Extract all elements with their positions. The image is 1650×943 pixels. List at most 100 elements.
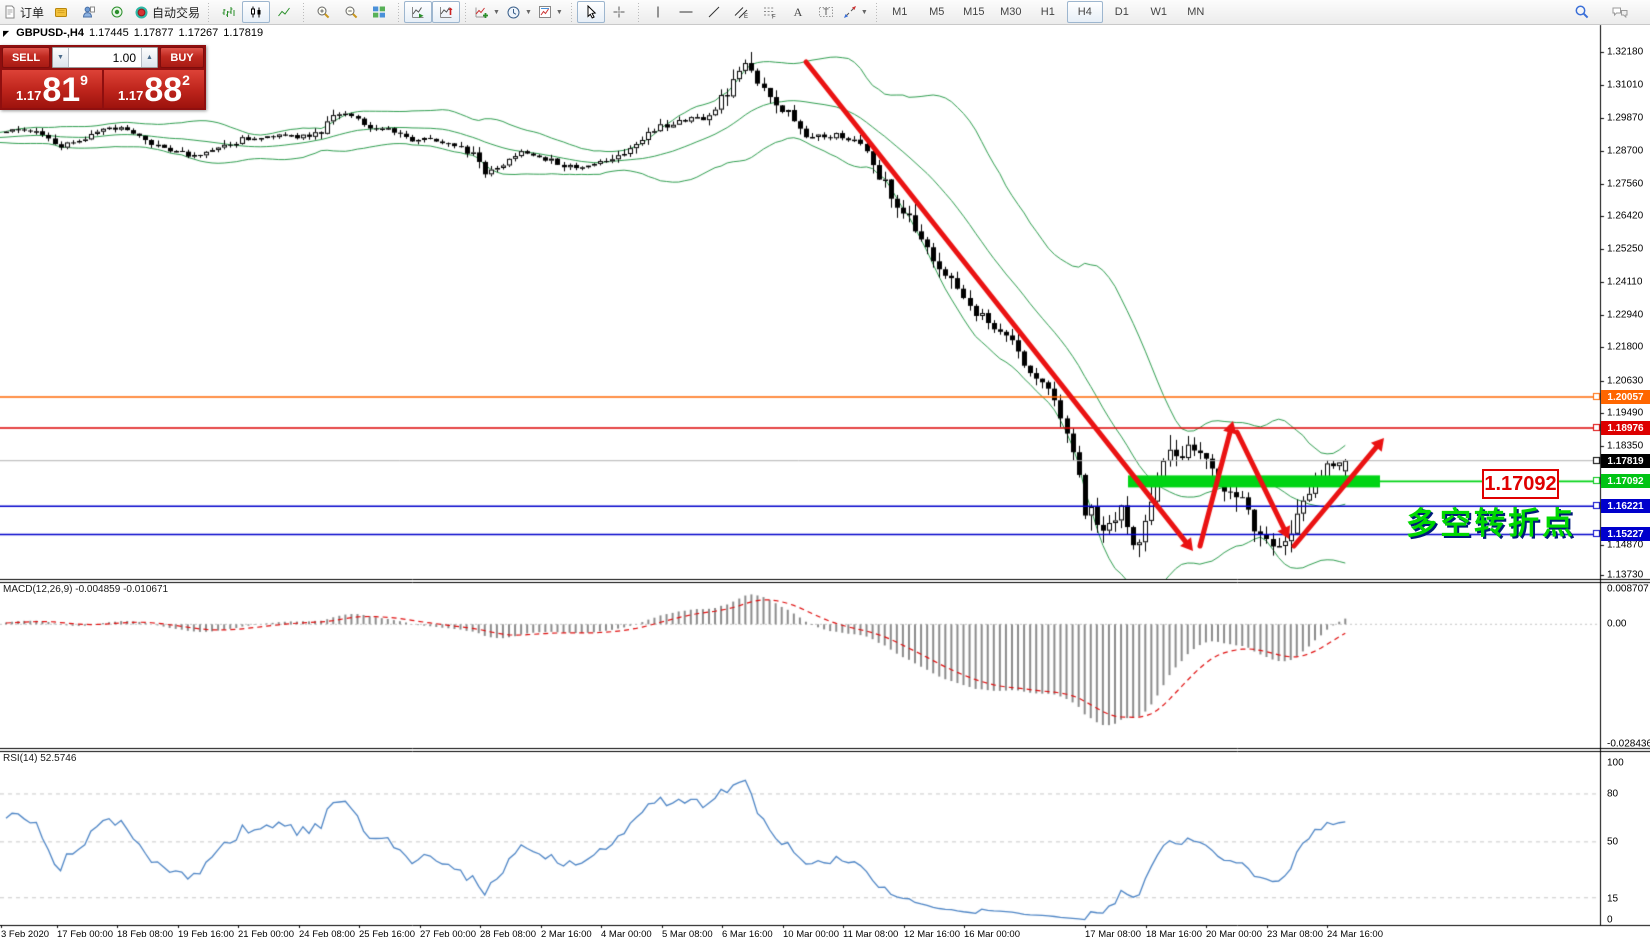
zoom-in-button[interactable] bbox=[309, 1, 337, 23]
sell-button[interactable]: SELL bbox=[2, 47, 50, 68]
bar-chart-button[interactable] bbox=[214, 1, 242, 23]
volume-decrease-button[interactable]: ▼ bbox=[53, 48, 69, 67]
text-label-icon: T bbox=[818, 5, 834, 19]
one-click-trading-panel: SELL ▼ 1.00 ▲ BUY 1.17819 1.17882 bbox=[0, 45, 206, 110]
chart-canvas[interactable] bbox=[0, 0, 1650, 943]
arrows-icon bbox=[843, 5, 857, 19]
auto-scroll-button[interactable] bbox=[404, 1, 432, 23]
timeframe-m1[interactable]: M1 bbox=[882, 1, 918, 23]
indicators-dropdown-arrow[interactable]: ▼ bbox=[493, 9, 500, 16]
crosshair-icon bbox=[612, 5, 626, 19]
price-axis-tick: 1.32180 bbox=[1607, 47, 1643, 58]
time-axis-label: 6 Mar 16:00 bbox=[722, 929, 773, 940]
support-price-callout[interactable]: 1.17092 bbox=[1482, 469, 1559, 499]
rsi-label: RSI(14) 52.5746 bbox=[3, 753, 76, 764]
rsi-value: 52.5746 bbox=[40, 753, 76, 764]
timeframe-d1[interactable]: D1 bbox=[1104, 1, 1140, 23]
timeframe-h1[interactable]: H1 bbox=[1030, 1, 1066, 23]
price-axis-tick: 1.19490 bbox=[1607, 408, 1643, 419]
macd-axis-tick: 0.00 bbox=[1607, 619, 1626, 630]
rsi-axis-tick: 100 bbox=[1607, 758, 1624, 769]
zoom-out-button[interactable] bbox=[337, 1, 365, 23]
buy-price-display[interactable]: 1.17882 bbox=[104, 70, 204, 108]
vertical-line-tool[interactable] bbox=[644, 1, 672, 23]
buy-price-big: 88 bbox=[144, 77, 182, 105]
periods-dropdown-arrow[interactable]: ▼ bbox=[525, 9, 532, 16]
navigator-button[interactable] bbox=[103, 1, 131, 23]
periods-button[interactable]: ▼ bbox=[503, 1, 535, 23]
volume-value[interactable]: 1.00 bbox=[69, 48, 141, 67]
svg-text:E: E bbox=[744, 14, 748, 19]
crosshair-tool-button[interactable] bbox=[605, 1, 633, 23]
toolbar-separator bbox=[463, 3, 468, 22]
symbol-name: GBPUSD-,H4 bbox=[16, 27, 84, 39]
toolbar-separator bbox=[396, 3, 401, 22]
line-chart-icon bbox=[277, 5, 291, 19]
autotrading-button[interactable]: 自动交易 bbox=[131, 1, 203, 23]
price-axis-tick: 1.31010 bbox=[1607, 80, 1643, 91]
collapse-panel-icon[interactable]: ◤ bbox=[3, 29, 9, 38]
ohlc-high: 1.17877 bbox=[134, 27, 174, 39]
new-order-button[interactable]: 订单 bbox=[0, 1, 47, 23]
price-axis-tag: 1.15227 bbox=[1601, 527, 1650, 541]
timeframe-mn[interactable]: MN bbox=[1178, 1, 1214, 23]
time-axis-label: 18 Mar 16:00 bbox=[1146, 929, 1202, 940]
cursor-tool-button[interactable] bbox=[577, 1, 605, 23]
price-axis-tick: 1.29870 bbox=[1607, 113, 1643, 124]
templates-dropdown-arrow[interactable]: ▼ bbox=[556, 9, 563, 16]
text-label-tool[interactable]: T bbox=[812, 1, 840, 23]
volume-increase-button[interactable]: ▲ bbox=[141, 48, 157, 67]
time-axis-label: 16 Mar 00:00 bbox=[964, 929, 1020, 940]
cursor-icon bbox=[584, 5, 598, 19]
price-axis-tick: 1.27560 bbox=[1607, 179, 1643, 190]
timeframe-m15[interactable]: M15 bbox=[956, 1, 992, 23]
text-tool[interactable]: A bbox=[784, 1, 812, 23]
chart-shift-button[interactable] bbox=[432, 1, 460, 23]
zoom-out-icon bbox=[344, 5, 359, 20]
metaeditor-button[interactable] bbox=[47, 1, 75, 23]
price-axis-tick: 1.14870 bbox=[1607, 540, 1643, 551]
sell-price-display[interactable]: 1.17819 bbox=[2, 70, 102, 108]
volume-stepper: ▼ 1.00 ▲ bbox=[52, 47, 158, 68]
time-axis-label: 3 Feb 2020 bbox=[1, 929, 49, 940]
arrows-tool[interactable]: ▼ bbox=[840, 1, 871, 23]
trendline-icon bbox=[707, 5, 721, 19]
trendline-tool[interactable] bbox=[700, 1, 728, 23]
time-axis-label: 25 Feb 16:00 bbox=[359, 929, 415, 940]
rsi-axis-tick: 80 bbox=[1607, 789, 1618, 800]
search-button[interactable] bbox=[1568, 1, 1596, 23]
templates-button[interactable]: ▼ bbox=[535, 1, 566, 23]
macd-axis-tick: -0.028436 bbox=[1607, 739, 1650, 750]
arrows-dropdown-arrow[interactable]: ▼ bbox=[861, 9, 868, 16]
price-axis-tag: 1.17819 bbox=[1601, 454, 1650, 468]
equidistant-channel-tool[interactable]: E bbox=[728, 1, 756, 23]
fibonacci-tool[interactable]: F bbox=[756, 1, 784, 23]
new-order-label: 订单 bbox=[20, 4, 44, 21]
tile-windows-button[interactable] bbox=[365, 1, 393, 23]
autotrading-label: 自动交易 bbox=[152, 4, 200, 21]
turning-point-annotation: 多空转折点 bbox=[1406, 498, 1576, 543]
market-watch-button[interactable] bbox=[75, 1, 103, 23]
timeframe-w1[interactable]: W1 bbox=[1141, 1, 1177, 23]
mt4-window: 订单 自动交易 bbox=[0, 0, 1650, 943]
macd-axis-tick: 0.008707 bbox=[1607, 584, 1649, 595]
timeframe-m30[interactable]: M30 bbox=[993, 1, 1029, 23]
time-axis-label: 18 Feb 08:00 bbox=[117, 929, 173, 940]
horizontal-line-tool[interactable] bbox=[672, 1, 700, 23]
horizontal-line-icon bbox=[678, 5, 694, 19]
price-axis-tick: 1.13730 bbox=[1607, 570, 1643, 581]
candlestick-chart-button[interactable] bbox=[242, 1, 270, 23]
market-watch-icon bbox=[82, 5, 96, 19]
navigator-icon bbox=[110, 5, 124, 19]
time-axis-label: 28 Feb 08:00 bbox=[480, 929, 536, 940]
tile-windows-icon bbox=[372, 5, 386, 19]
line-chart-button[interactable] bbox=[270, 1, 298, 23]
chat-button[interactable] bbox=[1606, 1, 1634, 23]
timeframe-h4[interactable]: H4 bbox=[1067, 1, 1103, 23]
price-axis-tag: 1.18976 bbox=[1601, 421, 1650, 435]
buy-button[interactable]: BUY bbox=[160, 47, 204, 68]
timeframe-m5[interactable]: M5 bbox=[919, 1, 955, 23]
indicators-button[interactable]: ▼ bbox=[471, 1, 503, 23]
buy-price-sup: 2 bbox=[182, 72, 190, 88]
search-icon bbox=[1574, 4, 1590, 20]
